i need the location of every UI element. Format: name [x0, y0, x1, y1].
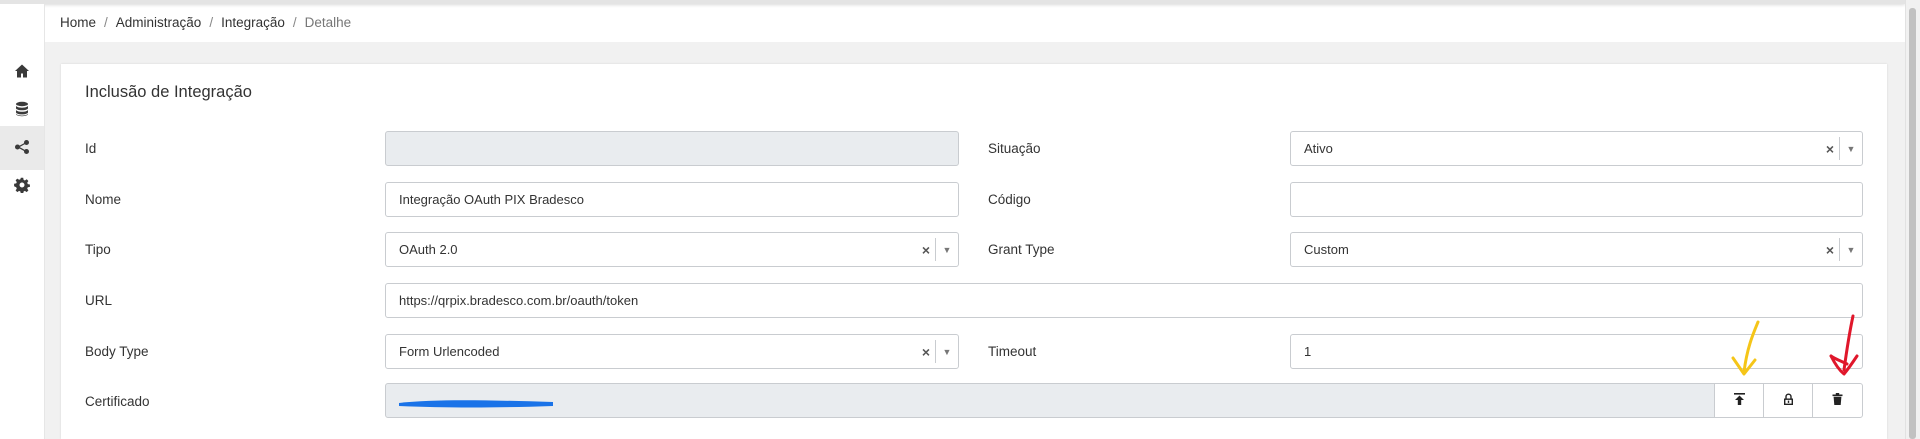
scrollbar-thumb[interactable]: [1909, 8, 1916, 439]
body-type-value: Form Urlencoded: [399, 344, 500, 359]
top-bar: [0, 0, 1905, 4]
trash-icon: [1832, 393, 1843, 408]
breadcrumb-separator: /: [292, 15, 297, 30]
body-type-select[interactable]: Form Urlencoded × ▼: [385, 334, 959, 369]
grant-type-value: Custom: [1304, 242, 1349, 257]
grant-type-clear-icon[interactable]: ×: [1820, 233, 1840, 266]
id-label: Id: [85, 141, 97, 156]
database-icon: [14, 101, 30, 120]
breadcrumb-separator: /: [104, 15, 108, 30]
nome-input[interactable]: Integração OAuth PIX Bradesco: [385, 182, 959, 217]
sidebar: [0, 4, 45, 439]
breadcrumb-administracao[interactable]: Administração: [116, 15, 202, 30]
codigo-label: Código: [988, 192, 1031, 207]
grant-type-label: Grant Type: [988, 242, 1055, 257]
lock-icon: [1783, 393, 1794, 408]
breadcrumb: Home / Administração / Integração / Detalhe: [60, 15, 351, 30]
body-type-label: Body Type: [85, 344, 149, 359]
timeout-input[interactable]: 1: [1290, 334, 1863, 369]
tipo-chevron-down-icon[interactable]: ▼: [935, 238, 958, 261]
delete-certificate-button[interactable]: [1812, 383, 1863, 418]
timeout-label: Timeout: [988, 344, 1037, 359]
tipo-label: Tipo: [85, 242, 111, 257]
page-title: Inclusão de Integração: [85, 83, 252, 101]
situacao-label: Situação: [988, 141, 1041, 156]
share-icon: [14, 139, 30, 158]
tipo-clear-icon[interactable]: ×: [916, 233, 936, 266]
breadcrumb-current: Detalhe: [304, 15, 352, 30]
situacao-chevron-down-icon[interactable]: ▼: [1839, 137, 1862, 160]
situacao-select[interactable]: Ativo × ▼: [1290, 131, 1863, 166]
id-field: [385, 131, 959, 166]
certificate-password-button[interactable]: [1763, 383, 1813, 418]
redaction-scribble: [399, 400, 553, 408]
upload-icon: [1733, 393, 1745, 408]
sidebar-item-settings[interactable]: [0, 164, 44, 208]
gear-icon: [14, 177, 30, 196]
body-type-chevron-down-icon[interactable]: ▼: [935, 340, 958, 363]
nome-label: Nome: [85, 192, 122, 207]
url-input[interactable]: https://qrpix.bradesco.com.br/oauth/toke…: [385, 283, 1863, 318]
codigo-input[interactable]: [1290, 182, 1863, 217]
tipo-select[interactable]: OAuth 2.0 × ▼: [385, 232, 959, 267]
url-label: URL: [85, 293, 113, 308]
upload-certificate-button[interactable]: [1714, 383, 1764, 418]
breadcrumb-separator: /: [209, 15, 214, 30]
certificado-label: Certificado: [85, 394, 150, 409]
nome-value: Integração OAuth PIX Bradesco: [399, 192, 584, 207]
situacao-clear-icon[interactable]: ×: [1820, 132, 1840, 165]
timeout-value: 1: [1304, 344, 1312, 359]
body-type-clear-icon[interactable]: ×: [916, 335, 936, 368]
tipo-value: OAuth 2.0: [399, 242, 458, 257]
red-arrow-annotation: [1829, 314, 1859, 376]
home-icon: [14, 63, 30, 82]
certificado-field: [385, 383, 1715, 418]
breadcrumb-integracao[interactable]: Integração: [221, 15, 285, 30]
situacao-value: Ativo: [1304, 141, 1333, 156]
grant-type-chevron-down-icon[interactable]: ▼: [1839, 238, 1862, 261]
url-value: https://qrpix.bradesco.com.br/oauth/toke…: [399, 293, 639, 308]
breadcrumb-home[interactable]: Home: [60, 15, 96, 30]
grant-type-select[interactable]: Custom × ▼: [1290, 232, 1863, 267]
yellow-arrow-annotation: [1731, 320, 1760, 376]
